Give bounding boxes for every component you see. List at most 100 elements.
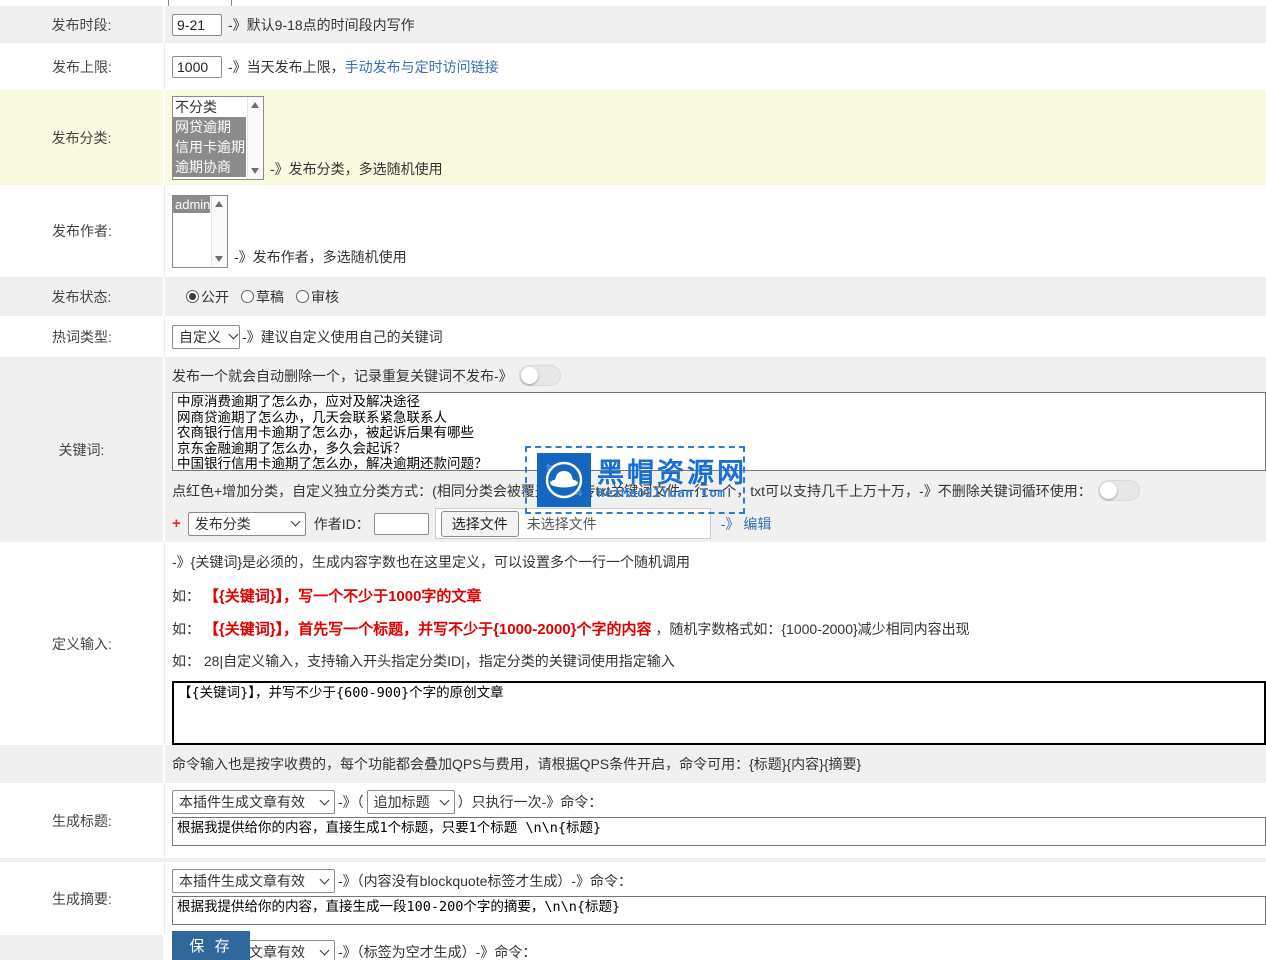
example-prefix: 如： <box>172 621 200 637</box>
scroll-down-icon[interactable] <box>251 168 259 174</box>
keep-keywords-toggle[interactable] <box>1098 480 1140 501</box>
label-publish-author: 发布作者: <box>0 185 165 277</box>
choose-file-button[interactable]: 选择文件 <box>441 511 519 537</box>
chevron-down-icon <box>229 330 239 340</box>
example-red-text: 【{关键词}】，写一个不少于1000字的文章 <box>204 588 482 605</box>
publish-category-note: -》发布分类，多选随机使用 <box>270 159 443 179</box>
toggle-knob <box>1100 482 1117 499</box>
row-gen-summary: 生成摘要: 本插件生成文章有效 -》（内容没有blockquote标签才生成）-… <box>0 862 1266 935</box>
publish-category-listbox[interactable]: 不分类 网贷逾期 信用卡逾期 逾期协商 <box>172 96 264 180</box>
file-status-text: 未选择文件 <box>527 514 597 534</box>
hotword-type-select[interactable]: 自定义 <box>172 325 240 349</box>
scroll-up-icon[interactable] <box>215 201 223 207</box>
publish-limit-input[interactable] <box>172 56 222 78</box>
example-suffix: 28|自定义输入，支持输入开头指定分类ID|，指定分类的关键词使用指定输入 <box>204 653 675 669</box>
radio-public-label: 公开 <box>201 287 229 307</box>
chevron-down-icon <box>439 795 449 805</box>
gen-tag-tail-text: -》（标签为空才生成）-》命令： <box>338 942 536 960</box>
radio-review-label: 审核 <box>311 287 339 307</box>
gen-title-mid-text: -》（ <box>338 792 364 812</box>
label-publish-status: 发布状态: <box>0 277 165 316</box>
row-publish-status: 发布状态: 公开 草稿 审核 <box>0 277 1266 316</box>
keywords-textarea[interactable]: 中原消费逾期了怎么办，应对及解决途径 网商贷逾期了怎么办，几天会联系紧急联系人 … <box>172 392 1266 471</box>
publish-limit-note: -》当天发布上限， <box>228 57 345 77</box>
label-hotword-type: 热词类型: <box>0 316 165 357</box>
scroll-up-icon[interactable] <box>251 102 259 108</box>
listbox-scrollbar[interactable] <box>247 97 263 179</box>
author-id-label: 作者ID： <box>314 514 370 534</box>
gen-summary-command-textarea[interactable]: 根据我提供给你的内容，直接生成一段100-200个字的摘要，\n\n{标题} <box>172 896 1266 925</box>
radio-public-icon[interactable] <box>186 290 199 303</box>
category-option[interactable]: 不分类 <box>173 97 246 117</box>
radio-draft-label: 草稿 <box>256 287 284 307</box>
label-gen-title: 生成标题: <box>0 783 165 858</box>
hotword-type-note: -》建议自定义使用自己的关键词 <box>242 327 443 347</box>
label-publish-category: 发布分类: <box>0 90 165 185</box>
label-empty <box>0 935 165 960</box>
toggle-knob <box>521 367 538 384</box>
chevron-down-icon <box>320 874 330 884</box>
scroll-down-icon[interactable] <box>215 256 223 262</box>
author-option[interactable]: admin <box>173 196 210 213</box>
gen-title-mode-select[interactable]: 追加标题 <box>367 790 455 814</box>
label-empty <box>0 745 165 783</box>
radio-review-icon[interactable] <box>296 290 309 303</box>
hotword-type-value: 自定义 <box>179 327 221 347</box>
row-gen-title: 生成标题: 本插件生成文章有效 -》（ 追加标题 ）只执行一次-》命令： 根据我… <box>0 783 1266 858</box>
custom-input-example: 如： 【{关键词}】，首先写一个标题，并写不少于{1000-2000}个字的内容… <box>172 618 1266 639</box>
row-command-info: 命令输入也是按字收费的，每个功能都会叠加QPS与费用，请根据QPS条件开启，命令… <box>0 745 1266 783</box>
input-fragment <box>168 0 232 6</box>
radio-item-draft[interactable]: 草稿 <box>241 287 284 307</box>
gen-summary-scope-value: 本插件生成文章有效 <box>179 871 305 891</box>
keywords-toggle-label: 发布一个就会自动删除一个，记录重复关键词不发布-》 <box>172 366 513 386</box>
gen-title-command-textarea[interactable]: 根据我提供给你的内容，直接生成1个标题，只要1个标题 \n\n{标题} <box>172 817 1266 846</box>
row-publish-author: 发布作者: admin -》发布作者，多选随机使用 <box>0 185 1266 277</box>
listbox-scrollbar[interactable] <box>211 196 227 267</box>
label-gen-summary: 生成摘要: <box>0 862 165 935</box>
publish-author-note: -》发布作者，多选随机使用 <box>234 247 407 267</box>
publish-time-input[interactable] <box>172 14 222 36</box>
example-prefix: 如： <box>172 653 200 669</box>
edit-link[interactable]: 编辑 <box>743 516 771 532</box>
gen-title-tail-text: ）只执行一次-》命令： <box>458 792 603 812</box>
category-option[interactable]: 逾期协商 <box>173 157 246 177</box>
label-publish-time: 发布时段: <box>0 6 165 43</box>
previous-row-fragment <box>0 0 1266 6</box>
manual-publish-link[interactable]: 手动发布与定时访问链接 <box>345 57 499 77</box>
row-publish-limit: 发布上限: -》当天发布上限， 手动发布与定时访问链接 <box>0 43 1266 90</box>
category-option[interactable]: 网贷逾期 <box>173 117 246 137</box>
gen-title-scope-value: 本插件生成文章有效 <box>179 792 305 812</box>
chevron-down-icon <box>320 945 330 955</box>
label-keywords: 关键词: <box>0 357 165 542</box>
publish-time-note: -》默认9-18点的时间段内写作 <box>228 15 415 35</box>
label-publish-limit: 发布上限: <box>0 43 165 90</box>
gen-summary-scope-select[interactable]: 本插件生成文章有效 <box>172 869 335 893</box>
custom-input-textarea[interactable]: 【{关键词}】，并写不少于{600-900}个字的原创文章 <box>172 681 1266 745</box>
publish-author-listbox[interactable]: admin <box>172 195 228 268</box>
radio-draft-icon[interactable] <box>241 290 254 303</box>
keywords-upload-hint: 点红色+增加分类，自定义独立分类方式：(相同分类会被覆盖)，上传txt关键词文件… <box>172 481 1092 501</box>
chevron-down-icon <box>290 517 300 527</box>
custom-input-example: 如： 【{关键词}】，写一个不少于1000字的文章 <box>172 585 1266 606</box>
radio-item-public[interactable]: 公开 <box>186 287 229 307</box>
example-prefix: 如： <box>172 588 200 604</box>
keyword-category-value: 发布分类 <box>195 514 251 534</box>
keyword-category-select[interactable]: 发布分类 <box>188 512 306 536</box>
edit-arrow: -》 <box>721 516 740 532</box>
label-custom-input: 定义输入: <box>0 542 165 745</box>
gen-summary-tail-text: -》（内容没有blockquote标签才生成）-》命令： <box>338 871 632 891</box>
chevron-down-icon <box>320 795 330 805</box>
file-input[interactable]: 选择文件 未选择文件 <box>435 508 711 539</box>
save-button[interactable]: 保 存 <box>172 931 250 960</box>
row-custom-input: 定义输入: -》{关键词}是必须的，生成内容字数也在这里定义，可以设置多个一行一… <box>0 542 1266 745</box>
add-category-button[interactable]: + <box>172 515 181 532</box>
auto-delete-toggle[interactable] <box>519 365 561 386</box>
example-suffix: ，随机字数格式如：{1000-2000}减少相同内容出现 <box>655 621 969 637</box>
author-id-input[interactable] <box>374 513 429 535</box>
row-publish-category: 发布分类: 不分类 网贷逾期 信用卡逾期 逾期协商 -》发布分类，多选随机使用 <box>0 90 1266 185</box>
radio-item-review[interactable]: 审核 <box>296 287 339 307</box>
category-option[interactable]: 信用卡逾期 <box>173 137 246 157</box>
row-keywords: 关键词: 发布一个就会自动删除一个，记录重复关键词不发布-》 中原消费逾期了怎么… <box>0 357 1266 542</box>
command-info-text: 命令输入也是按字收费的，每个功能都会叠加QPS与费用，请根据QPS条件开启，命令… <box>172 754 861 774</box>
gen-title-scope-select[interactable]: 本插件生成文章有效 <box>172 790 335 814</box>
